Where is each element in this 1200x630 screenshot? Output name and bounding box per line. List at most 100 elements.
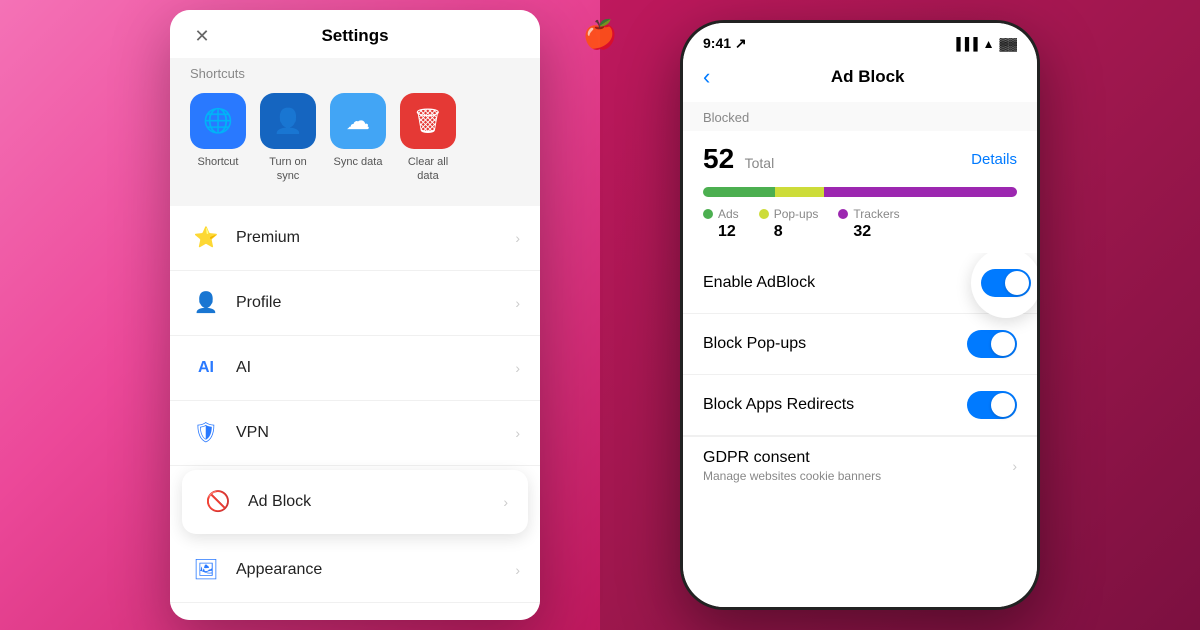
chevron-icon-premium: › [515, 230, 520, 246]
status-bar: 9:41 ↗ ▐▐▐ ▲ ▓▓ [683, 23, 1037, 56]
legend-popups-dot-row: Pop-ups [759, 207, 819, 221]
toggle-switch-popups[interactable] [967, 330, 1017, 358]
shortcut-label-cleardata: Clear all data [398, 155, 458, 184]
toggle-label-redirects: Block Apps Redirects [703, 396, 967, 414]
back-button[interactable]: ‹ [703, 64, 710, 90]
toggle-label-popups: Block Pop-ups [703, 335, 967, 353]
menu-item-label-vpn: VPN [236, 424, 515, 442]
chevron-icon-vpn: › [515, 425, 520, 441]
stats-total-container: 52 Total [703, 143, 774, 175]
menu-list: ⭐ Premium › 👤 Profile › AI AI › 🛡 VPN › … [170, 206, 540, 620]
menu-item-premium[interactable]: ⭐ Premium › [170, 206, 540, 271]
menu-item-label-ai: AI [236, 359, 515, 377]
status-time: 9:41 ↗ [703, 35, 747, 52]
signal-icon: ▐▐▐ [952, 37, 978, 51]
status-icons: ▐▐▐ ▲ ▓▓ [952, 37, 1017, 51]
toggle-label-adblock: Enable AdBlock [703, 274, 967, 292]
right-phone-title: Ad Block [718, 67, 1017, 87]
shortcut-label-sync: Turn on sync [258, 155, 318, 184]
menu-item-label-appearance: Appearance [236, 561, 515, 579]
toggle-switch-adblock[interactable] [981, 269, 1031, 297]
popups-legend-name: Pop-ups [774, 207, 819, 221]
menu-item-label-premium: Premium [236, 229, 515, 247]
toggle-knob-redirects [991, 393, 1015, 417]
left-phone-header: ✕ Settings [170, 10, 540, 58]
menu-item-vpn[interactable]: 🛡 VPN › [170, 401, 540, 466]
toggle-highlight-circle [971, 253, 1037, 318]
trackers-legend-name: Trackers [853, 207, 899, 221]
chevron-icon-appearance: › [515, 562, 520, 578]
menu-item-files[interactable]: 📁 Files › [170, 603, 540, 620]
stats-total-label: Total [745, 155, 775, 171]
legend-row: Ads 12 Pop-ups 8 Trackers 32 [703, 207, 1017, 241]
apple-logo: 🍎 [583, 18, 618, 51]
battery-icon: ▓▓ [1000, 37, 1018, 51]
shortcut-icon-trash: 🗑 [400, 93, 456, 149]
progress-popups [775, 187, 823, 197]
shortcuts-label: Shortcuts [190, 66, 520, 81]
profile-icon: 👤 [190, 287, 222, 319]
legend-ads: Ads 12 [703, 207, 739, 241]
menu-item-profile[interactable]: 👤 Profile › [170, 271, 540, 336]
toggle-knob-adblock [1005, 271, 1029, 295]
blocked-section: Blocked [683, 102, 1037, 131]
adblock-icon: 🚫 [202, 486, 234, 518]
chevron-icon-profile: › [515, 295, 520, 311]
right-phone: 9:41 ↗ ▐▐▐ ▲ ▓▓ ‹ Ad Block Blocked 52 To… [680, 20, 1040, 610]
blocked-label: Blocked [703, 110, 1017, 125]
popups-value: 8 [759, 223, 819, 241]
gdpr-title: GDPR consent [703, 449, 1012, 467]
ai-icon: AI [190, 352, 222, 384]
ads-dot [703, 209, 713, 219]
wifi-icon: ▲ [983, 37, 995, 51]
files-icon: 📁 [190, 619, 222, 620]
shortcut-item-cleardata[interactable]: 🗑 Clear all data [398, 93, 458, 184]
gdpr-text: GDPR consent Manage websites cookie bann… [703, 449, 1012, 483]
progress-ads [703, 187, 775, 197]
shortcut-item-syncdata[interactable]: ☁ Sync data [330, 93, 386, 184]
shortcut-icon-web: 🌐 [190, 93, 246, 149]
ads-legend-name: Ads [718, 207, 739, 221]
gdpr-subtitle: Manage websites cookie banners [703, 469, 1012, 483]
toggle-block-popups: Block Pop-ups [683, 314, 1037, 375]
details-link[interactable]: Details [971, 151, 1017, 168]
menu-item-ai[interactable]: AI AI › [170, 336, 540, 401]
vpn-icon: 🛡 [190, 417, 222, 449]
menu-item-label-profile: Profile [236, 294, 515, 312]
chevron-icon-gdpr: › [1012, 458, 1017, 474]
shortcut-icon-person: 👤 [260, 93, 316, 149]
right-phone-header: ‹ Ad Block [683, 56, 1037, 102]
chevron-icon-ai: › [515, 360, 520, 376]
shortcut-label-syncdata: Sync data [334, 155, 383, 169]
legend-trackers-dot-row: Trackers [838, 207, 899, 221]
menu-item-adblock[interactable]: 🚫 Ad Block › [182, 470, 528, 534]
progress-bar [703, 187, 1017, 197]
shortcuts-row: 🌐 Shortcut 👤 Turn on sync ☁ Sync data 🗑 … [190, 93, 520, 200]
stats-row: 52 Total Details [683, 131, 1037, 183]
legend-trackers: Trackers 32 [838, 207, 899, 241]
shortcuts-section: Shortcuts 🌐 Shortcut 👤 Turn on sync ☁ Sy… [170, 58, 540, 206]
toggle-section: Enable AdBlock Block Pop-ups Block Apps … [683, 253, 1037, 607]
chevron-icon-adblock: › [503, 494, 508, 510]
legend-popups: Pop-ups 8 [759, 207, 819, 241]
shortcut-item-shortcut[interactable]: 🌐 Shortcut [190, 93, 246, 184]
gdpr-item[interactable]: GDPR consent Manage websites cookie bann… [683, 436, 1037, 495]
premium-icon: ⭐ [190, 222, 222, 254]
left-phone: ✕ Settings Shortcuts 🌐 Shortcut 👤 Turn o… [170, 10, 540, 620]
stats-total-number: 52 [703, 143, 734, 174]
toggle-switch-redirects[interactable] [967, 391, 1017, 419]
shortcut-icon-cloud: ☁ [330, 93, 386, 149]
popups-dot [759, 209, 769, 219]
menu-item-label-adblock: Ad Block [248, 493, 503, 511]
trackers-dot [838, 209, 848, 219]
menu-item-appearance[interactable]: 🖼 Appearance › [170, 538, 540, 603]
toggle-enable-adblock: Enable AdBlock [683, 253, 1037, 314]
close-button[interactable]: ✕ [190, 24, 214, 48]
legend-ads-dot-row: Ads [703, 207, 739, 221]
appearance-icon: 🖼 [190, 554, 222, 586]
progress-bar-container: Ads 12 Pop-ups 8 Trackers 32 [683, 183, 1037, 253]
toggle-block-redirects: Block Apps Redirects [683, 375, 1037, 436]
left-phone-title: Settings [321, 26, 388, 46]
trackers-value: 32 [838, 223, 899, 241]
shortcut-item-sync[interactable]: 👤 Turn on sync [258, 93, 318, 184]
